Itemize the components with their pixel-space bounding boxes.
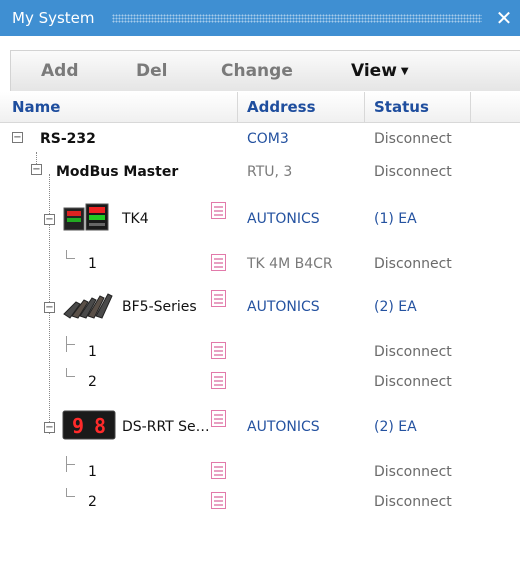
node-address: RTU, 3	[247, 164, 293, 180]
tree-node-tk4-1[interactable]: 1 TK 4M B4CR Disconnect	[0, 248, 520, 278]
tree-node-bf5[interactable]: − BF5-Series AUTONICS (2) EA	[0, 290, 520, 324]
tree-node-rs232[interactable]: − RS-232 COM3 Disconnect	[0, 127, 520, 157]
document-icon	[211, 410, 226, 427]
node-name: DS-RRT Se…	[122, 419, 210, 435]
document-icon	[211, 254, 226, 271]
node-name: RS-232	[40, 131, 96, 147]
node-name: TK4	[122, 211, 149, 227]
node-name: 1	[88, 464, 97, 480]
node-address: AUTONICS	[247, 299, 320, 315]
column-separator[interactable]	[237, 92, 238, 122]
change-button[interactable]: Change	[221, 61, 293, 81]
column-name[interactable]: Name	[12, 98, 60, 116]
node-name: 2	[88, 374, 97, 390]
node-name: BF5-Series	[122, 299, 197, 315]
node-name: 2	[88, 494, 97, 510]
toolbar: Add Del Change View ▼	[0, 36, 520, 91]
document-icon	[211, 462, 226, 479]
ds-digit: 8	[94, 414, 106, 438]
node-status: Disconnect	[374, 256, 452, 272]
ds-digit: 9	[72, 414, 84, 438]
node-status: Disconnect	[374, 131, 452, 147]
node-status: (2) EA	[374, 299, 417, 315]
document-icon	[211, 492, 226, 509]
bf5-sensor-icon	[63, 293, 113, 319]
node-name: ModBus Master	[56, 164, 179, 180]
chevron-down-icon: ▼	[400, 66, 409, 77]
column-separator[interactable]	[470, 92, 471, 122]
tree-elbow	[66, 368, 75, 377]
tree-node-bf5-1[interactable]: 1 Disconnect	[0, 336, 520, 366]
tree-node-bf5-2[interactable]: 2 Disconnect	[0, 366, 520, 396]
node-status: (2) EA	[374, 419, 417, 435]
tree-node-modbus[interactable]: − ModBus Master RTU, 3 Disconnect	[0, 160, 520, 190]
document-icon	[211, 342, 226, 359]
document-icon	[211, 372, 226, 389]
collapse-icon[interactable]: −	[44, 214, 55, 225]
view-label: View	[351, 61, 397, 81]
tree-elbow	[66, 488, 75, 497]
node-status: Disconnect	[374, 494, 452, 510]
document-icon	[211, 290, 226, 307]
node-address: COM3	[247, 131, 289, 147]
column-header: Name Address Status	[0, 92, 520, 123]
node-address: TK 4M B4CR	[247, 256, 333, 272]
tree-node-ds-2[interactable]: 2 Disconnect	[0, 486, 520, 516]
close-icon: ✕	[495, 6, 513, 30]
node-name: 1	[88, 344, 97, 360]
close-button[interactable]: ✕	[492, 6, 516, 30]
node-address: AUTONICS	[247, 419, 320, 435]
window-title: My System	[12, 9, 95, 27]
add-button[interactable]: Add	[41, 61, 79, 81]
device-tree: − RS-232 COM3 Disconnect − ModBus Master…	[0, 122, 520, 588]
tree-tee	[66, 456, 75, 472]
column-address[interactable]: Address	[247, 98, 316, 116]
node-status: Disconnect	[374, 374, 452, 390]
tree-tee	[66, 336, 75, 352]
column-separator[interactable]	[364, 92, 365, 122]
collapse-icon[interactable]: −	[31, 164, 42, 175]
view-menu-button[interactable]: View ▼	[351, 61, 409, 82]
tk4-device-icon	[63, 203, 109, 231]
column-status[interactable]: Status	[374, 98, 429, 116]
ds-rrt-display-icon: 9 8	[62, 410, 116, 440]
collapse-icon[interactable]: −	[44, 302, 55, 313]
title-bar[interactable]: My System ✕	[0, 0, 520, 36]
node-status: Disconnect	[374, 164, 452, 180]
document-icon	[211, 202, 226, 219]
del-button[interactable]: Del	[136, 61, 167, 81]
title-grip[interactable]	[112, 14, 482, 23]
node-name: 1	[88, 256, 97, 272]
node-status: Disconnect	[374, 464, 452, 480]
toolbar-strip: Add Del Change View ▼	[10, 50, 520, 91]
tree-node-tk4[interactable]: − TK4 AUTONICS (1) EA	[0, 202, 520, 236]
node-status: (1) EA	[374, 211, 417, 227]
tree-node-ds-rrt[interactable]: − 9 8 DS-RRT Se… AUTONICS (2) EA	[0, 410, 520, 444]
tree-elbow	[66, 250, 75, 259]
node-status: Disconnect	[374, 344, 452, 360]
collapse-icon[interactable]: −	[44, 422, 55, 433]
collapse-icon[interactable]: −	[12, 132, 23, 143]
my-system-panel: My System ✕ Add Del Change View ▼ Name Ad…	[0, 0, 520, 588]
node-address: AUTONICS	[247, 211, 320, 227]
tree-node-ds-1[interactable]: 1 Disconnect	[0, 456, 520, 486]
